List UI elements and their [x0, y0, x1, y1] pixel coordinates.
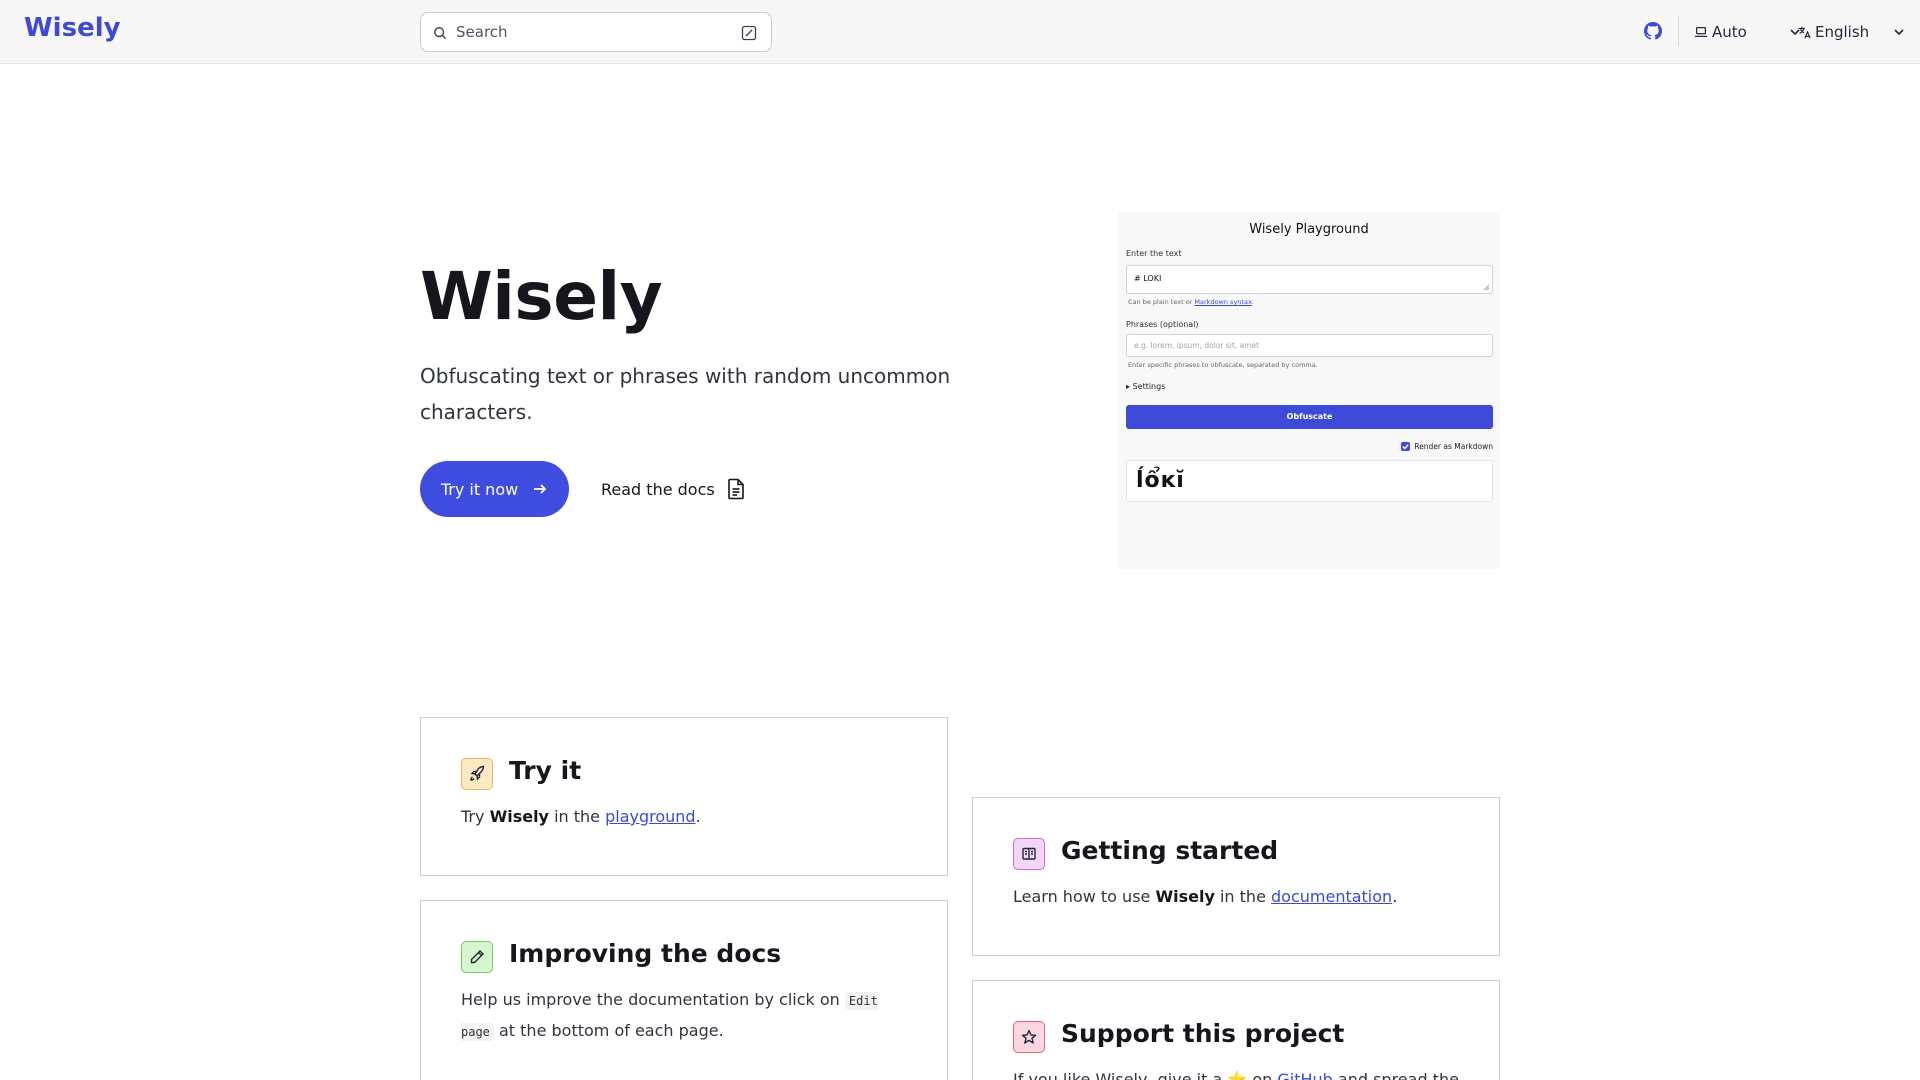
card-title: Getting started	[1061, 836, 1279, 865]
output-box: ĺổĸĭ	[1126, 460, 1493, 502]
output-text: ĺổĸĭ	[1136, 468, 1185, 493]
theme-switcher[interactable]: Auto	[1694, 20, 1801, 44]
star-emoji: ⭐	[1227, 1070, 1248, 1080]
card-text-part: on	[1247, 1070, 1278, 1080]
rocket-icon	[461, 758, 493, 790]
card-text-part: If you like Wisely, give it a	[1013, 1070, 1228, 1080]
read-the-docs-button[interactable]: Read the docs	[601, 473, 745, 505]
card-text: If you like Wisely, give it a ⭐ on GitHu…	[1013, 1065, 1463, 1080]
settings-label: Settings	[1132, 382, 1166, 391]
header-divider	[1678, 16, 1679, 46]
keyboard-shortcut-icon	[741, 25, 757, 41]
try-it-now-label: Try it now	[440, 479, 519, 499]
card-text-part: in the	[548, 807, 606, 826]
text-hint: Can be plain text or Markdown syntax.	[1128, 298, 1254, 306]
top-navbar: Wisely Search Auto English	[0, 0, 1920, 64]
text-value: # LOKI	[1134, 274, 1162, 283]
hero-subtitle: Obfuscating text or phrases with random …	[420, 364, 951, 424]
render-markdown-checkbox: Render as Markdown	[1401, 442, 1493, 451]
read-the-docs-label: Read the docs	[601, 479, 715, 499]
card-text-part: in the	[1214, 887, 1271, 906]
card-text-part: Help us improve the documentation by cli…	[461, 990, 845, 1009]
card-text-part: .	[1392, 887, 1398, 906]
arrow-right-icon	[534, 484, 547, 494]
text-hint-prefix: Can be plain text or	[1128, 298, 1195, 306]
pencil-icon	[461, 941, 493, 973]
obfuscate-button: Obfuscate	[1126, 405, 1493, 429]
card-text: Help us improve the documentation by cli…	[461, 985, 911, 1047]
hero-title: Wisely	[420, 258, 663, 335]
search-icon	[434, 27, 447, 40]
card-text-part: and spread the	[1332, 1070, 1459, 1080]
text-textarea: # LOKI	[1126, 265, 1493, 294]
card-text: Learn how to use Wisely in the documenta…	[1013, 882, 1463, 911]
language-switcher[interactable]: English	[1797, 20, 1905, 44]
phrases-hint: Enter specific phrases to obfuscate, sep…	[1128, 361, 1318, 369]
card-text-bold: Wisely	[1155, 887, 1215, 906]
phrases-input: e.g. lorem, ipsum, dolor sit, amet	[1126, 334, 1493, 357]
settings-disclosure: ▸ Settings	[1126, 382, 1165, 391]
documentation-link[interactable]: documentation	[1271, 887, 1392, 906]
chevron-down-icon	[1894, 29, 1904, 36]
translate-icon	[1798, 26, 1811, 39]
card-getting-started: Getting started Learn how to use Wisely …	[972, 797, 1500, 956]
phrases-placeholder: e.g. lorem, ipsum, dolor sit, amet	[1134, 341, 1260, 350]
theme-label: Auto	[1712, 23, 1747, 41]
card-title: Improving the docs	[509, 939, 782, 968]
card-try-it: Try it Try Wisely in the playground.	[420, 717, 948, 876]
site-logo[interactable]: Wisely	[24, 13, 121, 43]
book-icon	[1013, 838, 1045, 870]
card-text: Try Wisely in the playground.	[461, 802, 911, 831]
text-hint-suffix: .	[1251, 298, 1254, 306]
card-title: Support this project	[1061, 1019, 1345, 1048]
star-icon	[1013, 1021, 1045, 1053]
try-it-now-button[interactable]: Try it now	[420, 461, 569, 517]
card-text-part: at the bottom of each page.	[493, 1021, 724, 1040]
card-text-part: .	[695, 807, 701, 826]
github-icon[interactable]	[1644, 22, 1662, 40]
language-label: English	[1815, 23, 1870, 41]
playground-link[interactable]: playground	[605, 807, 695, 826]
playground-title: Wisely Playground	[1249, 222, 1369, 237]
render-markdown-label: Render as Markdown	[1414, 442, 1493, 451]
search-input[interactable]: Search	[420, 12, 772, 52]
playground-preview-image: Wisely Playground Enter the text # LOKI …	[1118, 212, 1500, 569]
github-link[interactable]: GitHub	[1277, 1070, 1332, 1080]
markdown-syntax-link: Markdown syntax	[1194, 298, 1252, 306]
card-support-project: Support this project If you like Wisely,…	[972, 980, 1500, 1080]
card-text-part: Try	[461, 807, 490, 826]
document-icon	[727, 478, 744, 500]
card-text-bold: Wisely	[489, 807, 549, 826]
search-placeholder: Search	[456, 23, 508, 41]
card-title: Try it	[509, 756, 582, 785]
resize-grip-icon	[1483, 284, 1490, 291]
laptop-icon	[1694, 27, 1708, 37]
card-text-part: Learn how to use	[1013, 887, 1156, 906]
phrases-label: Phrases (optional)	[1126, 320, 1199, 329]
card-improving-docs: Improving the docs Help us improve the d…	[420, 900, 948, 1080]
checkbox-checked-icon	[1401, 442, 1411, 451]
text-label: Enter the text	[1126, 249, 1182, 258]
